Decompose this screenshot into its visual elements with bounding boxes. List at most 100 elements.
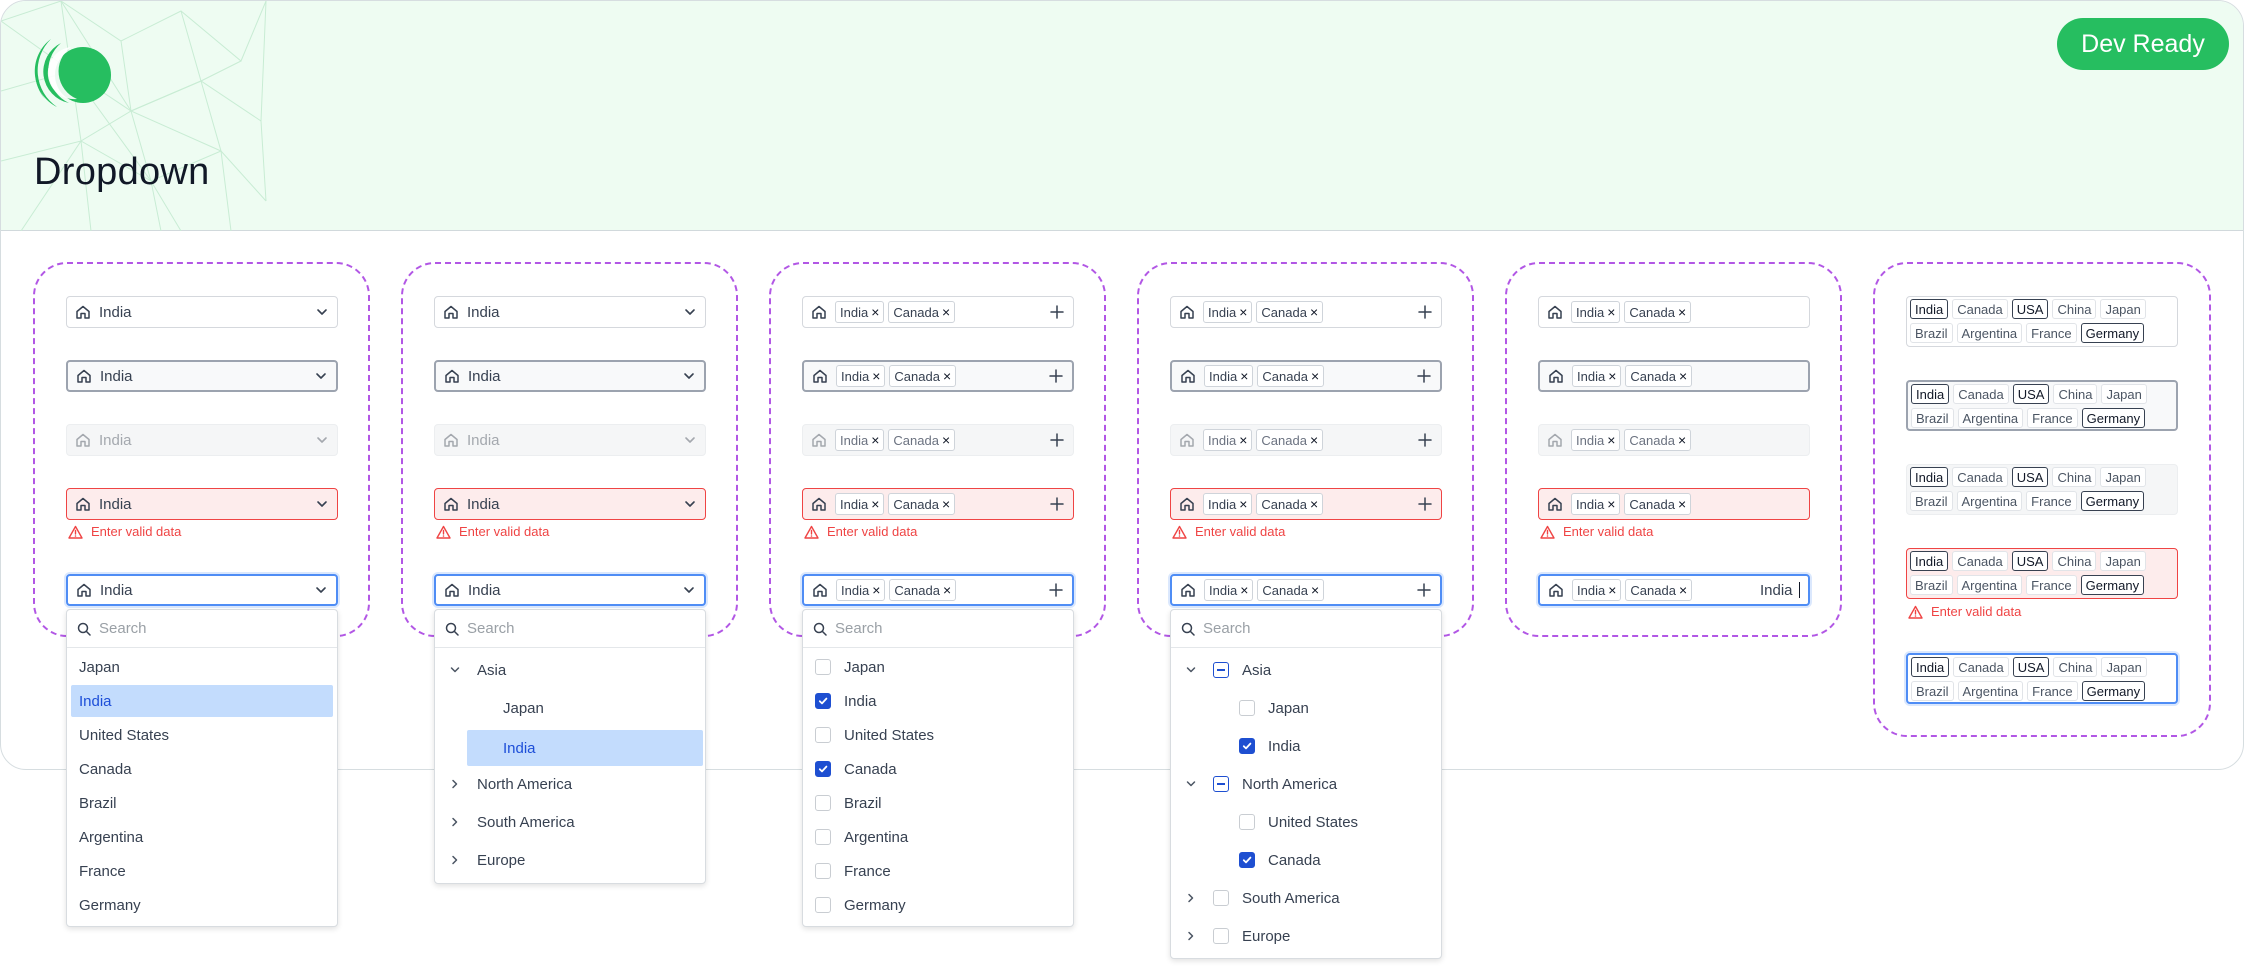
dropdown-field-focus[interactable]: India × Canada × India [1538,574,1810,606]
checkbox[interactable] [1239,738,1255,754]
dropdown-field-hover[interactable]: India × Canada × [1170,360,1442,392]
checkbox[interactable] [1213,776,1229,792]
list-item[interactable]: Argentina [79,825,143,849]
dropdown-field-default[interactable]: India [66,296,338,328]
tag[interactable]: Japan [2101,657,2147,677]
chevron-right-icon[interactable] [1185,930,1197,942]
tree-item[interactable]: Japan [1239,696,1309,720]
tag[interactable]: India [1910,551,1949,571]
tag[interactable]: Japan [2100,551,2146,571]
dropdown-field-default[interactable]: India × Canada × [802,296,1074,328]
tag[interactable]: Canada [1952,551,2008,571]
checkbox-item[interactable]: Brazil [815,791,882,815]
checkbox-item[interactable]: Canada [815,757,897,781]
chevron-right-icon[interactable] [449,854,461,866]
tag-field-focus[interactable]: India Canada USA China Japan Brazil Argentina F… [1906,653,2178,704]
remove-chip-icon[interactable]: × [1239,304,1247,320]
plus-icon[interactable] [1416,582,1432,598]
remove-chip-icon[interactable]: × [1607,304,1615,320]
chevron-down-icon[interactable] [315,433,329,447]
chevron-down-icon[interactable] [682,583,696,597]
plus-icon[interactable] [1049,304,1065,320]
chevron-down-icon[interactable] [314,369,328,383]
chevron-down-icon[interactable] [449,664,461,676]
tag[interactable]: Argentina [1957,681,2024,701]
tree-group-south-america[interactable]: South America [1185,886,1340,910]
dropdown-field-default[interactable]: India × Canada × [1538,296,1810,328]
tag[interactable]: USA [2011,551,2049,571]
plus-icon[interactable] [1049,496,1065,512]
chevron-right-icon[interactable] [449,778,461,790]
remove-chip-icon[interactable]: × [1240,368,1248,384]
search-input[interactable]: Search [435,610,705,648]
tag[interactable]: Canada [1953,657,2009,677]
remove-chip-icon[interactable]: × [1310,432,1318,448]
remove-chip-icon[interactable]: × [871,432,879,448]
chevron-down-icon[interactable] [683,305,697,319]
tag[interactable]: Germany [2080,491,2145,511]
remove-chip-icon[interactable]: × [872,368,880,384]
remove-chip-icon[interactable]: × [1310,496,1318,512]
tree-item-selected[interactable]: India [467,730,703,766]
remove-chip-icon[interactable]: × [1240,582,1248,598]
checkbox-item[interactable]: India [815,689,877,713]
dropdown-field-error[interactable]: India [434,488,706,520]
plus-icon[interactable] [1417,432,1433,448]
chevron-down-icon[interactable] [683,497,697,511]
tag[interactable]: USA [2011,467,2049,487]
dropdown-field-default[interactable]: India × Canada × [1170,296,1442,328]
tag[interactable]: China [2052,299,2097,319]
checkbox[interactable] [1239,814,1255,830]
tag[interactable]: Brazil [1911,681,1954,701]
tag[interactable]: Germany [2080,323,2145,343]
tree-group-europe[interactable]: Europe [449,848,525,872]
checkbox-item[interactable]: Argentina [815,825,908,849]
chevron-down-icon[interactable] [683,433,697,447]
tree-group-north-america[interactable]: North America [449,772,572,796]
checkbox[interactable] [815,829,831,845]
checkbox[interactable] [1239,700,1255,716]
tag[interactable]: France [2027,681,2078,701]
checkbox[interactable] [1239,852,1255,868]
search-input[interactable]: Search [803,610,1073,648]
remove-chip-icon[interactable]: × [942,496,950,512]
tag[interactable]: Brazil [1910,491,1953,511]
tag[interactable]: China [2053,657,2098,677]
tag[interactable]: China [2053,384,2098,404]
checkbox-item[interactable]: Japan [815,655,885,679]
tag[interactable]: India [1911,384,1950,404]
remove-chip-icon[interactable]: × [1608,368,1616,384]
tag[interactable]: France [2026,575,2077,595]
checkbox[interactable] [815,897,831,913]
tag[interactable]: France [2026,323,2077,343]
remove-chip-icon[interactable]: × [1608,582,1616,598]
list-item[interactable]: Japan [79,655,120,679]
chevron-down-icon[interactable] [1185,664,1197,676]
dropdown-field-error[interactable]: India × Canada × [1538,488,1810,520]
remove-chip-icon[interactable]: × [1311,368,1319,384]
checkbox-item[interactable]: France [815,859,891,883]
tree-group-europe[interactable]: Europe [1185,924,1290,948]
dropdown-field-hover[interactable]: India × Canada × [802,360,1074,392]
remove-chip-icon[interactable]: × [942,304,950,320]
remove-chip-icon[interactable]: × [1239,496,1247,512]
remove-chip-icon[interactable]: × [871,496,879,512]
remove-chip-icon[interactable]: × [1679,368,1687,384]
remove-chip-icon[interactable]: × [1679,582,1687,598]
dropdown-field-error[interactable]: India × Canada × [1170,488,1442,520]
plus-icon[interactable] [1417,496,1433,512]
tag[interactable]: Canada [1952,299,2008,319]
tag[interactable]: China [2052,467,2097,487]
dropdown-field-focus[interactable]: India [66,574,338,606]
dropdown-field-focus[interactable]: India × Canada × [802,574,1074,606]
remove-chip-icon[interactable]: × [1239,432,1247,448]
tag[interactable]: Germany [2081,681,2146,701]
search-input[interactable]: Search [1171,610,1441,648]
checkbox-item[interactable]: Germany [815,893,906,917]
dropdown-field-focus[interactable]: India [434,574,706,606]
tree-item[interactable]: Japan [503,696,544,720]
tag[interactable]: Germany [2081,408,2146,428]
tag[interactable]: India [1910,467,1949,487]
checkbox[interactable] [1213,662,1229,678]
remove-chip-icon[interactable]: × [1310,304,1318,320]
